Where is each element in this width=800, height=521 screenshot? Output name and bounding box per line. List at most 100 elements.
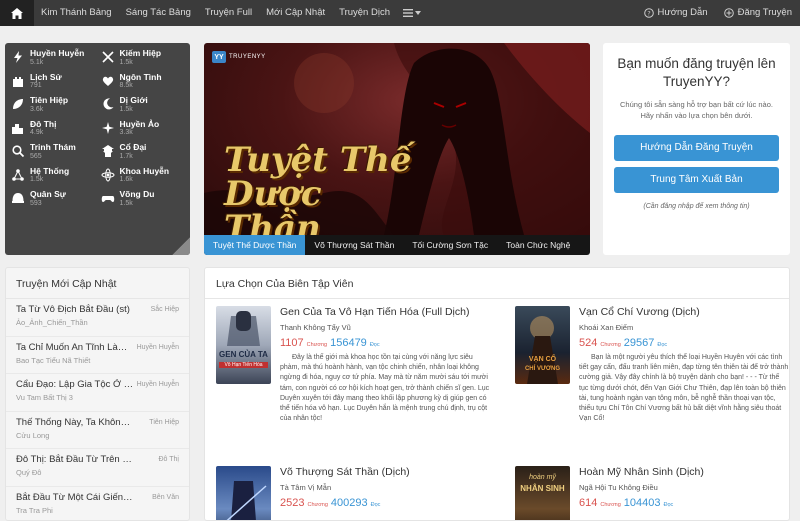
update-row: Đô Thị: Bắt Đầu Từ Trên Đường Cưới Đô Thị: [16, 454, 179, 465]
moon-icon: [101, 97, 115, 111]
home-button[interactable]: [0, 0, 34, 26]
update-list-item[interactable]: Bắt Đầu Từ Một Cái Giếng Biến Dị Bên Văn T…: [6, 487, 189, 521]
nav-link-sang-tac-bang[interactable]: Sáng Tác Bảng: [119, 0, 198, 26]
update-story-name[interactable]: Bắt Đầu Từ Một Cái Giếng Biến Dị: [16, 492, 134, 503]
update-story-genre[interactable]: Tiên Hiệp: [149, 419, 179, 426]
update-story-author[interactable]: Tra Tra Phi: [16, 506, 179, 515]
nav-link-kim-thanh-bang[interactable]: Kim Thánh Bảng: [34, 0, 119, 26]
update-story-author[interactable]: Ảo_Ảnh_Chiến_Thần: [16, 318, 179, 327]
plus-circle-icon: [723, 8, 734, 18]
update-list-item[interactable]: Đô Thị: Bắt Đầu Từ Trên Đường CướiĐô Thị…: [6, 449, 189, 487]
genre-count: 1.5k: [119, 58, 133, 66]
genre-count: 3.6k: [30, 105, 44, 113]
genre-name: Ngôn Tình: [119, 71, 162, 82]
banner-tab-3[interactable]: Tối Cường Sơn Tặc: [403, 235, 497, 255]
book-title[interactable]: Gen Của Ta Vô Hạn Tiến Hóa (Full Dịch): [280, 306, 490, 318]
book-title[interactable]: Hoàn Mỹ Nhân Sinh (Dịch): [579, 466, 789, 478]
featured-banner[interactable]: YY TRUYENYY Tuyệt Thế Dược Thần: [204, 43, 590, 255]
top-navbar: Kim Thánh Bảng Sáng Tác Bảng Truyện Full…: [0, 0, 800, 26]
update-story-genre[interactable]: Huyền Huyễn: [137, 344, 179, 351]
genre-item[interactable]: Kiếm Hiệp 1.5k: [101, 47, 185, 68]
book-stats: 614 Chương 104403 Đọc: [579, 497, 789, 509]
more-menu-button[interactable]: [397, 9, 427, 17]
genre-text: Tiên Hiệp 3.6k: [30, 96, 68, 113]
chapter-label: Chương: [600, 502, 621, 508]
genre-item[interactable]: Lịch Sử 791: [11, 71, 95, 92]
genre-count: 1.5k: [119, 105, 133, 113]
genre-item[interactable]: Hệ Thống 1.5k: [11, 165, 95, 186]
book-cover[interactable]: GEN CỦA TA Vô Hạn Tiến Hóa: [216, 306, 271, 384]
update-story-name[interactable]: Thế Thống Này, Ta Không Cần!: [16, 417, 134, 428]
book-author[interactable]: Ngã Hội Tu Không Điều: [579, 483, 789, 492]
genre-item[interactable]: Tiên Hiệp 3.6k: [11, 94, 95, 115]
book-author[interactable]: Khoái Xan Điếm: [579, 323, 789, 332]
nav-right-group: ? Hướng Dẫn Đăng Truyện: [636, 0, 800, 26]
book-author[interactable]: Tà Tâm Vị Mẫn: [280, 483, 490, 492]
submit-story-link[interactable]: Đăng Truyện: [716, 0, 800, 26]
update-story-genre[interactable]: Sắc Hiệp: [151, 306, 179, 313]
update-list-item[interactable]: Ta Từ Vô Địch Bắt Đầu (st) Sắc Hiệp Ảo_Ảnh…: [6, 299, 189, 337]
genre-item[interactable]: Quân Sự 593: [11, 188, 95, 209]
book-cover-art: [226, 481, 267, 520]
nav-link-moi-cap-nhat[interactable]: Mới Cập Nhật: [259, 0, 332, 26]
book-cover-title: GEN CỦA TA: [219, 350, 268, 359]
submit-story-label: Đăng Truyện: [737, 7, 792, 18]
update-story-author[interactable]: Quý Đô: [16, 468, 179, 477]
genre-item[interactable]: Cổ Đại 1.7k: [101, 141, 185, 162]
book-cover-art: [527, 316, 558, 384]
publish-prompt-card: Bạn muốn đăng truyện lên TruyenYY? Chúng…: [603, 43, 790, 255]
book-cover[interactable]: hoàn mỹ NHÂN SINH: [515, 466, 570, 520]
book-cover[interactable]: [216, 466, 271, 520]
update-story-author[interactable]: Vu Tam Bất Thị 3: [16, 393, 179, 402]
update-story-genre[interactable]: Huyền Huyễn: [137, 381, 179, 388]
book-cover[interactable]: VẠN CỔ CHÍ VƯƠNG: [515, 306, 570, 384]
update-story-name[interactable]: Đô Thị: Bắt Đầu Từ Trên Đường Cưới: [16, 454, 134, 465]
publish-prompt-description: Chúng tôi sẵn sàng hỗ trợ bạn bất cứ lúc…: [620, 100, 773, 120]
publish-guide-button[interactable]: Hướng Dẫn Đăng Truyện: [614, 135, 779, 161]
update-list-item[interactable]: Thế Thống Này, Ta Không Cần! Tiên Hiệp Cửu…: [6, 412, 189, 449]
genre-item[interactable]: Trinh Thám 565: [11, 141, 95, 162]
guide-link[interactable]: ? Hướng Dẫn: [636, 0, 716, 26]
nav-link-truyen-full[interactable]: Truyện Full: [198, 0, 259, 26]
update-story-genre[interactable]: Bên Văn: [152, 494, 179, 501]
expand-corner-icon[interactable]: [172, 237, 190, 255]
update-story-genre[interactable]: Đô Thị: [159, 456, 180, 463]
genre-item[interactable]: Võng Du 1.5k: [101, 188, 185, 209]
genre-panel: Huyền Huyễn 5.1k Kiếm Hiệp 1.5k Lịch Sử 791 Ng…: [5, 43, 190, 255]
genre-item[interactable]: Đô Thị 4.9k: [11, 118, 95, 139]
genre-text: Kiếm Hiệp 1.5k: [120, 49, 162, 66]
genre-item[interactable]: Ngôn Tình 8.5k: [101, 71, 185, 92]
update-list-item[interactable]: Ta Chỉ Muốn An Tĩnh Làm Ngư NhânHuyền Hu…: [6, 337, 189, 374]
book-title[interactable]: Vạn Cổ Chí Vương (Dịch): [579, 306, 789, 318]
view-count: 156479: [330, 337, 367, 349]
update-story-name[interactable]: Ta Từ Vô Địch Bắt Đầu (st): [16, 304, 130, 315]
update-story-name[interactable]: Ta Chỉ Muốn An Tĩnh Làm Ngư Nhân: [16, 342, 134, 353]
book-title[interactable]: Võ Thượng Sát Thần (Dịch): [280, 466, 490, 478]
banner-tab-2[interactable]: Võ Thượng Sát Thần: [305, 235, 403, 255]
update-story-name[interactable]: Cẩu Đạo: Lập Gia Tộc Ở Yêu Giới: [16, 379, 134, 390]
genre-name: Lịch Sử: [30, 71, 62, 82]
book-author[interactable]: Thanh Không Tẩy Vũ: [280, 323, 490, 332]
banner-tab-1[interactable]: Tuyệt Thế Dược Thần: [204, 235, 306, 255]
genre-item[interactable]: Khoa Huyễn 1.6k: [101, 165, 185, 186]
book-info: Hoàn Mỹ Nhân Sinh (Dịch) Ngã Hội Tu Khôn…: [579, 466, 789, 509]
swords-icon: [101, 50, 115, 64]
banner-tab-4[interactable]: Toàn Chức Nghệ: [497, 235, 579, 255]
lightning-icon: [11, 50, 25, 64]
chapter-count: 2523: [280, 497, 305, 509]
update-story-author[interactable]: Cửu Long: [16, 431, 179, 440]
book-description: Đây là thế giới mà khoa học tồn tại cùng…: [280, 354, 490, 423]
genre-name: Hệ Thống: [30, 165, 70, 176]
genre-item[interactable]: Dị Giới 1.5k: [101, 94, 185, 115]
update-list-item[interactable]: Cẩu Đạo: Lập Gia Tộc Ở Yêu GiớiHuyền Huy…: [6, 374, 189, 412]
book-stats: 2523 Chương 400293 Đọc: [280, 497, 490, 509]
genre-text: Dị Giới 1.5k: [120, 96, 148, 113]
nav-link-truyen-dich[interactable]: Truyện Dịch: [332, 0, 397, 26]
genre-text: Huyền Huyễn 5.1k: [30, 49, 84, 66]
update-story-author[interactable]: Bao Tạc Tiểu Nã Thiết: [16, 356, 179, 365]
genre-item[interactable]: Huyền Huyễn 5.1k: [11, 47, 95, 68]
chapter-label: Chương: [306, 342, 328, 348]
genre-count: 5.1k: [30, 58, 44, 66]
publishing-center-button[interactable]: Trung Tâm Xuất Bản: [614, 167, 779, 193]
genre-item[interactable]: Huyền Ảo 3.3k: [101, 118, 185, 139]
